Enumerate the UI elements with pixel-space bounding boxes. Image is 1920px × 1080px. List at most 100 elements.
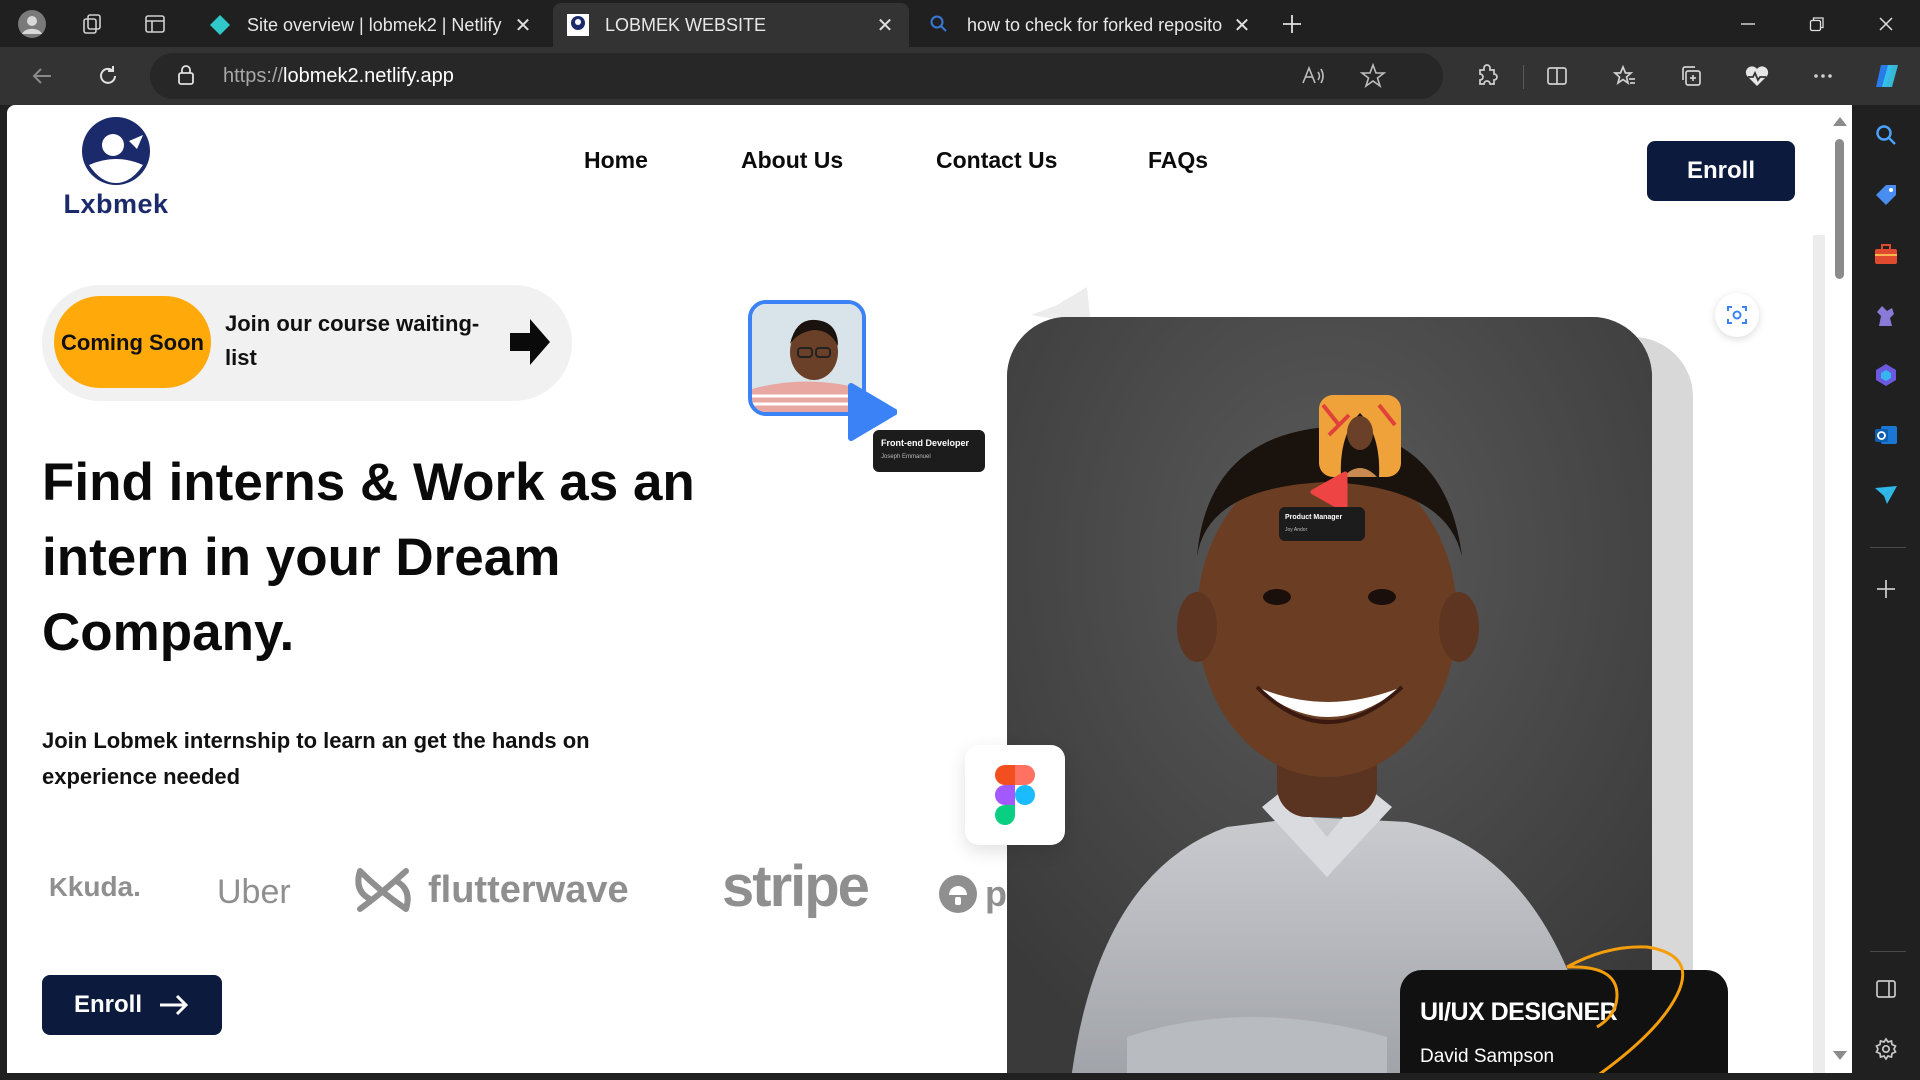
microsoft-365-icon[interactable] bbox=[1870, 359, 1902, 391]
tab-netlify[interactable]: Site overview | lobmek2 | Netlify ✕ bbox=[195, 3, 547, 47]
hero-subtitle: Join Lobmek internship to learn an get t… bbox=[42, 728, 590, 789]
close-window-icon[interactable] bbox=[1866, 8, 1906, 40]
profile-avatar-icon[interactable] bbox=[16, 8, 48, 40]
favorites-icon[interactable] bbox=[1608, 59, 1642, 93]
close-tab-icon[interactable]: ✕ bbox=[875, 13, 895, 38]
lock-icon[interactable] bbox=[176, 64, 196, 90]
copilot-icon[interactable] bbox=[1870, 59, 1904, 93]
send-drop-icon[interactable] bbox=[1870, 479, 1902, 511]
sidebar-settings-icon[interactable] bbox=[1870, 1033, 1902, 1065]
browser-essentials-icon[interactable] bbox=[1740, 59, 1774, 93]
flutterwave-wordmark: flutterwave bbox=[428, 868, 629, 911]
waitlist-banner[interactable]: Coming Soon Join our course waiting-list bbox=[42, 285, 572, 401]
extensions-icon[interactable] bbox=[1470, 59, 1504, 93]
tab-title: Site overview | lobmek2 | Netlify bbox=[247, 14, 502, 35]
hero-title: Find interns & Work as an intern in your… bbox=[42, 453, 695, 662]
scroll-up-icon[interactable] bbox=[1833, 117, 1847, 126]
sidebar-search-icon[interactable] bbox=[1870, 119, 1902, 151]
woman-portrait-icon bbox=[1319, 395, 1401, 477]
nav-faqs[interactable]: FAQs bbox=[1148, 147, 1208, 174]
workspaces-icon[interactable] bbox=[76, 8, 108, 40]
paystack-wordmark: p bbox=[985, 873, 1007, 914]
uiux-name: David Sampson bbox=[1420, 1046, 1555, 1067]
games-icon[interactable] bbox=[1870, 299, 1902, 331]
nav-about-us[interactable]: About Us bbox=[741, 147, 843, 174]
add-sidebar-app-icon[interactable] bbox=[1870, 573, 1902, 605]
search-icon bbox=[929, 14, 951, 36]
tab-title: LOBMEK WEBSITE bbox=[605, 14, 767, 35]
hide-sidebar-icon[interactable] bbox=[1870, 973, 1902, 1005]
restore-icon[interactable] bbox=[1797, 8, 1837, 40]
product-manager-avatar bbox=[1319, 395, 1401, 477]
page-viewport: Lxbmek Home About Us Contact Us FAQs Enr… bbox=[7, 105, 1852, 1073]
nav-home[interactable]: Home bbox=[584, 147, 648, 174]
tools-briefcase-icon[interactable] bbox=[1870, 239, 1902, 271]
enroll-header-button[interactable]: Enroll bbox=[1647, 141, 1795, 201]
flutterwave-logo: flutterwave bbox=[352, 859, 629, 921]
scroll-gutter bbox=[1813, 235, 1825, 1073]
lobmek-logo-mark-icon bbox=[82, 117, 150, 185]
frontend-role: Front-end Developer bbox=[881, 438, 970, 448]
pm-role: Product Manager bbox=[1285, 514, 1343, 521]
refresh-icon[interactable] bbox=[90, 59, 126, 93]
close-tab-icon[interactable]: ✕ bbox=[513, 13, 533, 38]
arrow-right-icon bbox=[160, 994, 189, 1016]
read-aloud-icon[interactable] bbox=[1300, 63, 1326, 93]
back-icon[interactable] bbox=[24, 59, 60, 93]
pm-name: Joy Andor bbox=[1285, 527, 1308, 533]
nav-contact-us[interactable]: Contact Us bbox=[936, 147, 1057, 174]
figma-card bbox=[965, 745, 1065, 845]
kuda-logo: Kkuda. bbox=[49, 871, 141, 903]
visual-search-icon bbox=[1727, 306, 1747, 324]
product-manager-card: Product Manager Joy Andor bbox=[1279, 507, 1365, 541]
url-text[interactable]: https://lobmek2.netlify.app bbox=[223, 65, 454, 88]
sidebar-divider bbox=[1870, 951, 1906, 952]
address-bar[interactable]: https://lobmek2.netlify.app bbox=[150, 53, 1443, 99]
paystack-mark-icon bbox=[939, 875, 977, 913]
scroll-thumb[interactable] bbox=[1835, 139, 1844, 279]
outlook-icon[interactable] bbox=[1870, 419, 1902, 451]
kuda-mark-icon: K bbox=[49, 872, 68, 902]
url-host: lobmek2.netlify.app bbox=[283, 65, 454, 87]
tab-lobmek[interactable]: LOBMEK WEBSITE ✕ bbox=[553, 3, 909, 47]
waitlist-text: Join our course waiting-list bbox=[225, 311, 480, 370]
flutterwave-mark-icon bbox=[355, 868, 411, 912]
paystack-logo: p bbox=[937, 873, 1007, 915]
uber-logo: Uber bbox=[217, 873, 291, 911]
tab-search[interactable]: how to check for forked repositories ✕ bbox=[915, 3, 1265, 47]
arrow-right-icon[interactable] bbox=[508, 315, 552, 369]
favorite-star-icon[interactable] bbox=[1359, 62, 1387, 93]
enroll-label: Enroll bbox=[73, 991, 142, 1018]
page-scrollbar[interactable] bbox=[1825, 105, 1852, 1073]
logo-wordmark: Lxbmek bbox=[63, 189, 169, 219]
shopping-tag-icon[interactable] bbox=[1870, 179, 1902, 211]
visual-search-button[interactable] bbox=[1715, 293, 1759, 337]
new-tab-icon[interactable] bbox=[1276, 8, 1308, 40]
minimize-icon[interactable] bbox=[1728, 8, 1768, 40]
stripe-logo: stripe bbox=[722, 854, 870, 919]
sidebar-divider bbox=[1870, 547, 1906, 548]
frontend-name: Joseph Emmanuel bbox=[881, 454, 931, 460]
scroll-down-icon[interactable] bbox=[1833, 1051, 1847, 1060]
collections-icon[interactable] bbox=[1674, 59, 1708, 93]
tab-title: how to check for forked repositories bbox=[967, 14, 1223, 35]
orange-swoosh-icon bbox=[1566, 945, 1685, 1073]
enroll-hero-button[interactable]: Enroll bbox=[42, 975, 222, 1035]
toolbar-divider bbox=[1523, 65, 1524, 89]
more-menu-icon[interactable] bbox=[1806, 59, 1840, 93]
partner-logos: Kkuda. Uber flutterwave stripe p bbox=[7, 835, 1007, 955]
lobmek-favicon-icon bbox=[567, 14, 589, 36]
edge-sidebar bbox=[1852, 105, 1920, 1080]
tab-bar: Site overview | lobmek2 | Netlify ✕ LOBM… bbox=[0, 0, 1920, 47]
netlify-icon bbox=[209, 14, 231, 36]
url-protocol: https:// bbox=[223, 65, 284, 87]
coming-soon-badge: Coming Soon bbox=[54, 296, 211, 388]
split-screen-icon[interactable] bbox=[1540, 59, 1574, 93]
figma-icon bbox=[995, 765, 1035, 825]
tab-actions-icon[interactable] bbox=[139, 8, 171, 40]
address-toolbar: https://lobmek2.netlify.app bbox=[0, 47, 1920, 105]
close-tab-icon[interactable]: ✕ bbox=[1233, 13, 1251, 38]
frontend-developer-card: Front-end Developer Joseph Emmanuel bbox=[873, 430, 985, 472]
kuda-wordmark: kuda. bbox=[67, 871, 141, 902]
site-logo[interactable]: Lxbmek bbox=[51, 113, 181, 223]
